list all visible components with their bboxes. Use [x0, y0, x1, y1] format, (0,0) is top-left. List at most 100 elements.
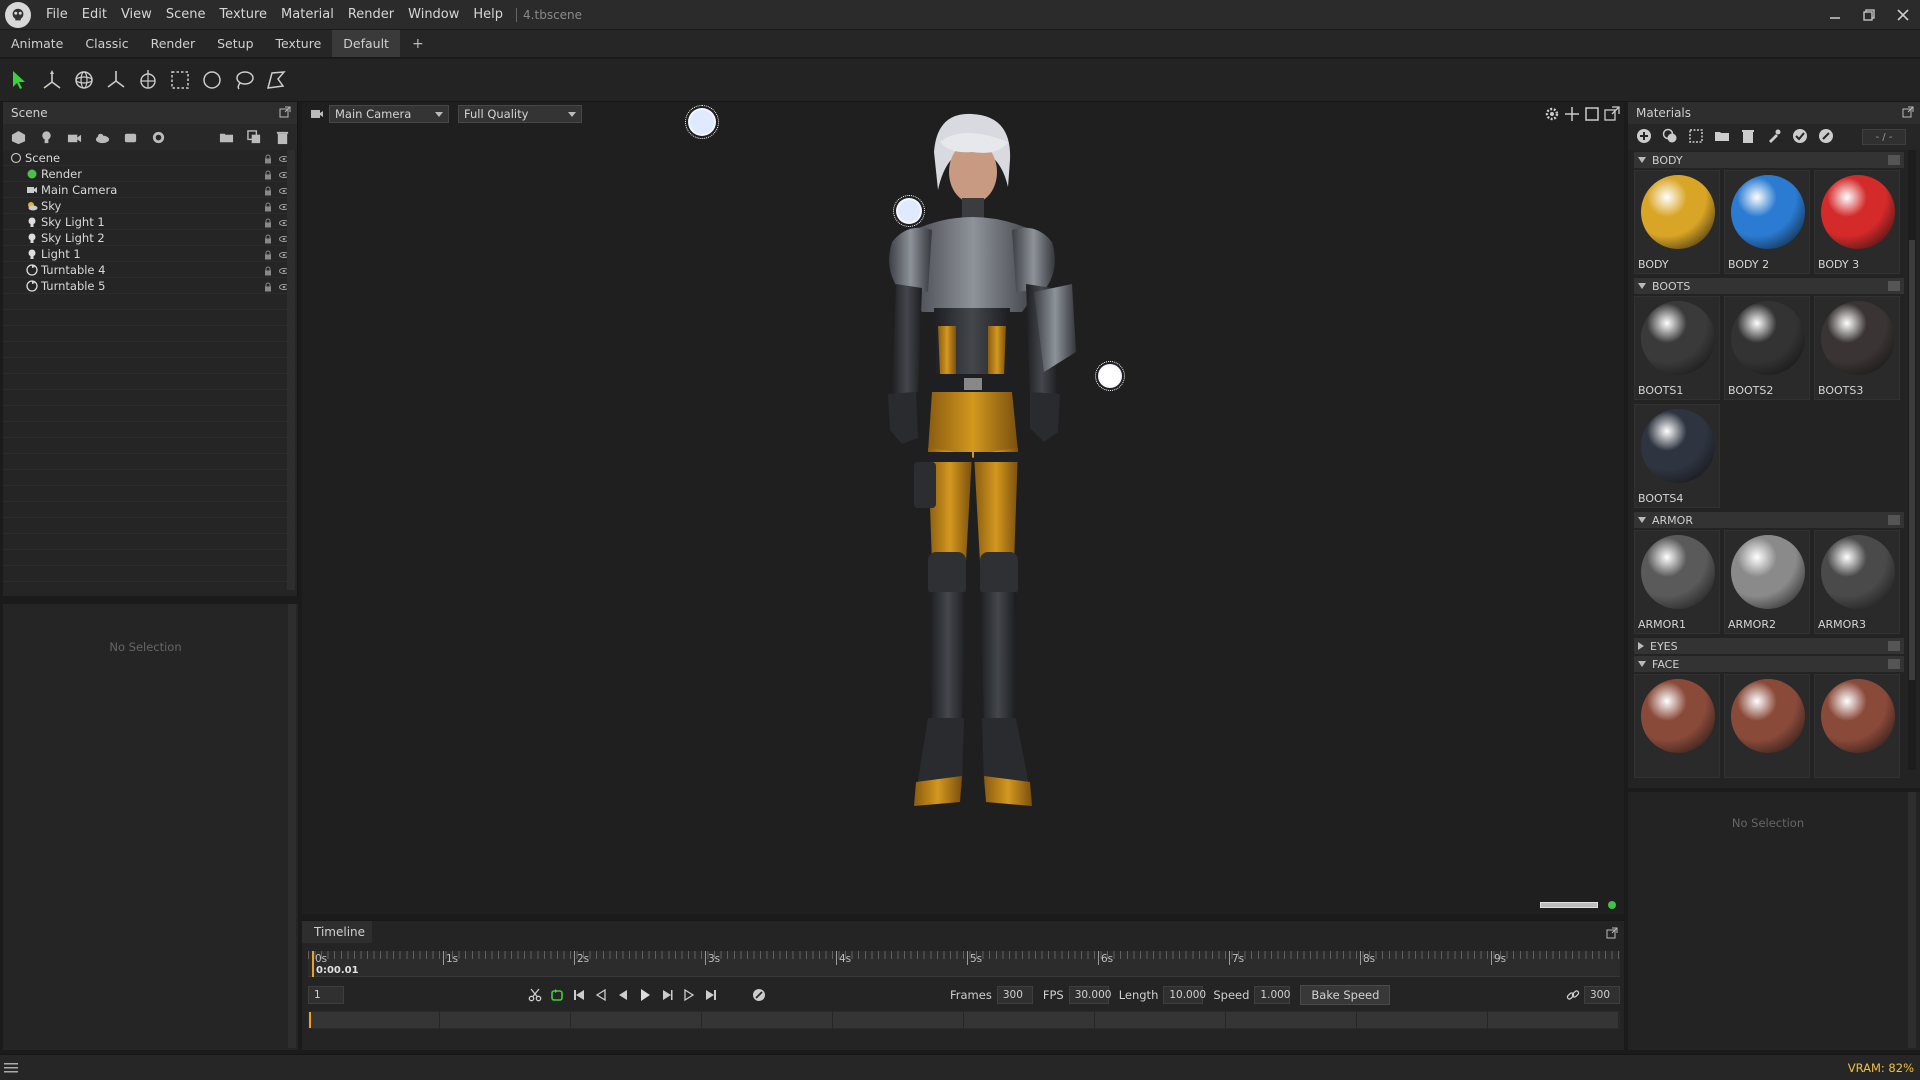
- tree-item-turntable-4[interactable]: Turntable 4: [3, 262, 297, 278]
- workspace-tab-texture[interactable]: Texture: [265, 30, 333, 57]
- workspace-tab-animate[interactable]: Animate: [0, 30, 74, 57]
- lock-icon[interactable]: [263, 233, 273, 244]
- light-gizmo-1[interactable]: [685, 105, 719, 139]
- material-swatch[interactable]: BOOTS1: [1634, 296, 1720, 400]
- new-material-icon[interactable]: [1636, 128, 1652, 147]
- camera-icon[interactable]: [310, 107, 324, 121]
- material-swatch[interactable]: ARMOR1: [1634, 530, 1720, 634]
- delete-icon[interactable]: [273, 128, 291, 146]
- lock-icon[interactable]: [263, 169, 273, 180]
- speed-field[interactable]: 1.000: [1254, 986, 1290, 1004]
- tree-item-scene[interactable]: Scene: [3, 150, 297, 166]
- expand-triangle-icon[interactable]: [1638, 642, 1644, 650]
- lasso-select-icon[interactable]: [230, 66, 258, 94]
- lock-icon[interactable]: [263, 281, 273, 292]
- scene-scrollbar[interactable]: [287, 150, 295, 590]
- materials-scroll-thumb[interactable]: [1909, 240, 1915, 680]
- log-menu-icon[interactable]: [4, 1062, 18, 1074]
- end-frame-field[interactable]: 300: [1584, 986, 1620, 1004]
- material-search-field[interactable]: - / -: [1862, 129, 1906, 145]
- bake-speed-button[interactable]: Bake Speed: [1300, 985, 1391, 1005]
- timeline-tab[interactable]: Timeline: [302, 921, 372, 943]
- menu-view[interactable]: View: [114, 0, 159, 30]
- timeline-settings-icon[interactable]: [748, 984, 770, 1006]
- link-icon[interactable]: [1562, 984, 1584, 1006]
- material-swatch[interactable]: BODY 2: [1724, 170, 1810, 274]
- material-swatch[interactable]: [1634, 674, 1720, 778]
- add-sky-icon[interactable]: [93, 128, 111, 146]
- next-frame-icon[interactable]: [656, 984, 678, 1006]
- transform-gizmo-icon[interactable]: [38, 66, 66, 94]
- collapse-triangle-icon[interactable]: [1638, 283, 1646, 289]
- app-logo-icon[interactable]: [5, 1, 31, 28]
- popout-timeline-icon[interactable]: [1606, 927, 1618, 939]
- mesh-icon[interactable]: [134, 66, 162, 94]
- group-options-icon[interactable]: [1888, 515, 1900, 525]
- delete-material-icon[interactable]: [1740, 128, 1756, 147]
- playhead[interactable]: [312, 951, 314, 977]
- frames-field[interactable]: 300: [996, 986, 1033, 1004]
- axis-icon[interactable]: [102, 66, 130, 94]
- prev-frame-icon[interactable]: [612, 984, 634, 1006]
- workspace-tab-classic[interactable]: Classic: [74, 30, 139, 57]
- tree-item-light-1[interactable]: Light 1: [3, 246, 297, 262]
- tree-item-sky-light-1[interactable]: Sky Light 1: [3, 214, 297, 230]
- add-camera-icon[interactable]: [65, 128, 83, 146]
- material-swatch[interactable]: BOOTS3: [1814, 296, 1900, 400]
- play-icon[interactable]: [634, 984, 656, 1006]
- minimize-icon[interactable]: [1818, 0, 1852, 30]
- circle-select-icon[interactable]: [198, 66, 226, 94]
- select-arrow-icon[interactable]: [6, 66, 34, 94]
- tree-item-sky[interactable]: Sky: [3, 198, 297, 214]
- skip-to-end-icon[interactable]: [700, 984, 722, 1006]
- loop-icon[interactable]: [546, 984, 568, 1006]
- group-options-icon[interactable]: [1888, 659, 1900, 669]
- material-options-icon[interactable]: [1818, 128, 1834, 147]
- tree-item-render[interactable]: Render: [3, 166, 297, 182]
- material-swatch[interactable]: ARMOR3: [1814, 530, 1900, 634]
- popout-materials-icon[interactable]: [1902, 106, 1914, 118]
- fps-field[interactable]: 30.000: [1068, 986, 1111, 1004]
- material-swatch[interactable]: BODY 3: [1814, 170, 1900, 274]
- lock-icon[interactable]: [263, 249, 273, 260]
- material-folder-icon[interactable]: [1714, 128, 1730, 147]
- popout-icon[interactable]: [279, 106, 291, 118]
- add-shadow-catcher-icon[interactable]: [149, 128, 167, 146]
- bake-material-icon[interactable]: [1688, 128, 1704, 147]
- prev-key-icon[interactable]: [590, 984, 612, 1006]
- material-group-face[interactable]: FACE: [1634, 656, 1904, 672]
- collapse-triangle-icon[interactable]: [1638, 157, 1646, 163]
- material-group-armor[interactable]: ARMOR: [1634, 512, 1904, 528]
- menu-file[interactable]: File: [39, 0, 75, 30]
- material-properties-scrollbar[interactable]: [1908, 792, 1916, 1048]
- menu-window[interactable]: Window: [401, 0, 466, 30]
- timeline-ruler[interactable]: 0s 1s 2s 3s 4s 5s 6s 7s 8s 9s 0:00.01: [308, 951, 1620, 977]
- lock-icon[interactable]: [263, 153, 273, 164]
- material-group-boots[interactable]: BOOTS: [1634, 278, 1904, 294]
- workspace-tab-render[interactable]: Render: [140, 30, 207, 57]
- properties-scrollbar[interactable]: [288, 604, 296, 1048]
- menu-scene[interactable]: Scene: [159, 0, 213, 30]
- settings-gear-icon[interactable]: [1544, 106, 1560, 122]
- lock-icon[interactable]: [263, 265, 273, 276]
- menu-render[interactable]: Render: [341, 0, 401, 30]
- quality-select[interactable]: Full Quality: [458, 105, 582, 123]
- rotate-sphere-icon[interactable]: [70, 66, 98, 94]
- material-swatch[interactable]: BOOTS4: [1634, 404, 1720, 508]
- add-workspace-button[interactable]: +: [400, 30, 436, 57]
- apply-material-icon[interactable]: [1792, 128, 1808, 147]
- viewport[interactable]: Main Camera Full Quality: [302, 102, 1624, 914]
- camera-select[interactable]: Main Camera: [329, 105, 449, 123]
- skip-to-start-icon[interactable]: [568, 984, 590, 1006]
- workspace-tab-default[interactable]: Default: [332, 30, 400, 57]
- collapse-triangle-icon[interactable]: [1638, 661, 1646, 667]
- duplicate-icon[interactable]: [245, 128, 263, 146]
- group-options-icon[interactable]: [1888, 155, 1900, 165]
- add-light-icon[interactable]: [37, 128, 55, 146]
- duplicate-material-icon[interactable]: [1662, 128, 1678, 147]
- material-group-body[interactable]: BODY: [1634, 152, 1904, 168]
- materials-scrollbar[interactable]: [1908, 150, 1916, 770]
- keyframe-track[interactable]: [308, 1011, 1620, 1029]
- group-options-icon[interactable]: [1888, 281, 1900, 291]
- length-field[interactable]: 10.000: [1163, 986, 1206, 1004]
